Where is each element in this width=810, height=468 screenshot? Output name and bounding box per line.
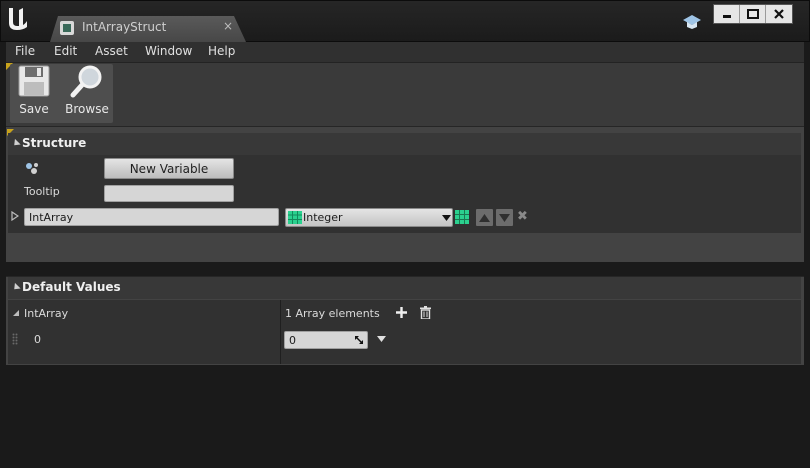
- trash-icon[interactable]: [420, 306, 431, 319]
- element-options-arrow-icon[interactable]: [377, 336, 386, 342]
- array-container-icon[interactable]: [455, 210, 469, 224]
- arrow-up-icon: [479, 213, 490, 222]
- save-label: Save: [19, 102, 49, 116]
- array-element-count: 1 Array elements: [285, 307, 380, 320]
- menu-bar: File Edit Asset Window Help: [6, 42, 804, 62]
- minimize-icon: [722, 15, 731, 18]
- tooltip-label: Tooltip: [24, 185, 60, 198]
- move-up-button[interactable]: [476, 209, 493, 226]
- dropdown-arrow-icon: [442, 215, 451, 221]
- array-collapse-arrow-icon[interactable]: [12, 309, 20, 317]
- window-controls: [713, 4, 793, 24]
- tab-title: IntArrayStruct: [82, 20, 167, 34]
- menu-asset[interactable]: Asset: [95, 42, 128, 62]
- variable-name-input[interactable]: IntArray: [24, 208, 279, 226]
- structure-title: Structure: [22, 136, 87, 150]
- magnifier-icon: [70, 65, 102, 98]
- menu-file[interactable]: File: [15, 42, 35, 62]
- expand-arrow-icon[interactable]: [11, 211, 19, 221]
- structure-header[interactable]: Structure: [8, 133, 801, 155]
- toolbar: [6, 62, 804, 127]
- menu-window[interactable]: Window: [145, 42, 192, 62]
- default-values-title: Default Values: [22, 280, 121, 294]
- browse-button[interactable]: Browse: [62, 64, 112, 123]
- unreal-logo-icon: [9, 8, 27, 30]
- integer-type-icon: [288, 211, 302, 224]
- maximize-icon: [746, 9, 759, 19]
- arrow-down-icon: [499, 213, 510, 222]
- tab-close-button[interactable]: ×: [223, 19, 233, 33]
- variable-type-label: Integer: [303, 211, 343, 224]
- minimize-button[interactable]: [714, 5, 740, 23]
- delete-variable-button[interactable]: ✖: [517, 209, 528, 224]
- variable-type-dropdown[interactable]: Integer: [285, 208, 453, 227]
- struct-asset-icon: [60, 21, 74, 35]
- column-splitter[interactable]: [280, 300, 281, 364]
- browse-label: Browse: [65, 102, 109, 116]
- close-icon: [774, 9, 784, 19]
- save-icon: [18, 65, 50, 97]
- collapse-arrow-icon: [11, 282, 21, 293]
- value-drag-arrow-icon: [355, 336, 363, 344]
- graduation-cap-icon[interactable]: [682, 13, 702, 31]
- default-values-header[interactable]: Default Values: [8, 277, 801, 299]
- maximize-button[interactable]: [740, 5, 766, 23]
- move-down-button[interactable]: [496, 209, 513, 226]
- collapse-arrow-icon: [11, 138, 21, 149]
- menu-edit[interactable]: Edit: [54, 42, 77, 62]
- drag-handle-icon[interactable]: [12, 333, 18, 345]
- struct-settings-icon: [26, 163, 38, 174]
- array-element-index: 0: [34, 333, 41, 346]
- add-element-icon[interactable]: [396, 307, 407, 318]
- toolbar-group: Save Browse: [10, 64, 113, 123]
- array-property-name: IntArray: [24, 307, 69, 320]
- save-button[interactable]: Save: [12, 64, 56, 123]
- tooltip-input[interactable]: [104, 185, 234, 202]
- new-variable-button[interactable]: New Variable: [104, 158, 234, 179]
- close-window-button[interactable]: [766, 5, 792, 23]
- menu-help[interactable]: Help: [208, 42, 235, 62]
